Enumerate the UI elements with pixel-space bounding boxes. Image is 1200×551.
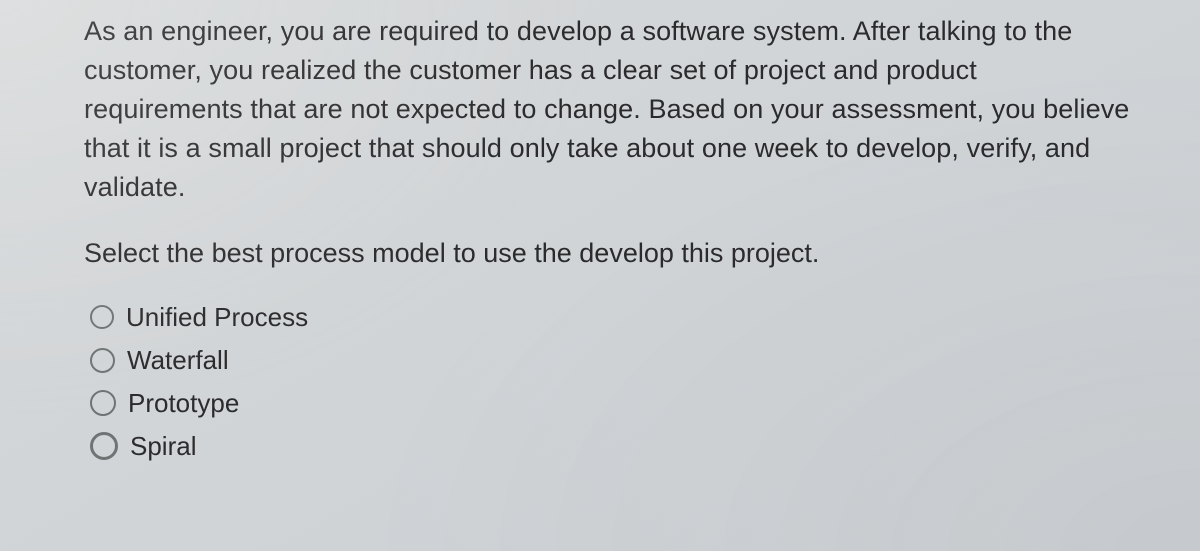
option-label: Prototype bbox=[128, 388, 239, 419]
question-stem: As an engineer, you are required to deve… bbox=[84, 12, 1134, 206]
question-prompt: Select the best process model to use the… bbox=[84, 234, 1140, 273]
option-waterfall[interactable]: Waterfall bbox=[90, 345, 1140, 376]
option-prototype[interactable]: Prototype bbox=[90, 388, 1140, 419]
options-group: Unified Process Waterfall Prototype Spir… bbox=[84, 302, 1140, 462]
option-label: Unified Process bbox=[126, 302, 308, 333]
option-spiral[interactable]: Spiral bbox=[90, 431, 1140, 462]
radio-icon[interactable] bbox=[90, 348, 115, 373]
option-label: Spiral bbox=[130, 431, 196, 462]
radio-icon[interactable] bbox=[90, 390, 116, 416]
option-unified-process[interactable]: Unified Process bbox=[90, 302, 1140, 333]
option-label: Waterfall bbox=[127, 345, 229, 376]
radio-icon[interactable] bbox=[90, 305, 114, 329]
radio-icon[interactable] bbox=[90, 432, 118, 460]
